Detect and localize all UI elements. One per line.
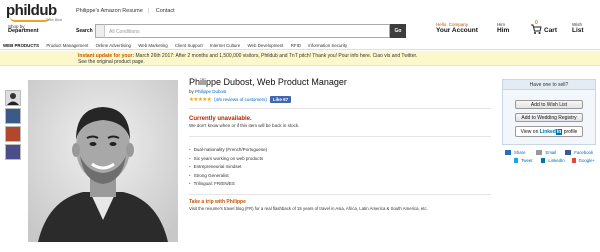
search-input[interactable]: All Conditions: [104, 24, 390, 38]
availability-status: Currently unavailable.: [189, 116, 252, 122]
google-plus-link[interactable]: Google+: [579, 158, 595, 163]
linkedin-profile-button[interactable]: View on Linkedin profile: [515, 126, 583, 137]
separator: |: [147, 8, 150, 14]
himm-label: Him: [497, 26, 510, 34]
nav-item-web-products[interactable]: WEB PRODUCTS: [0, 41, 42, 50]
buybox-header[interactable]: Have one to sell?: [503, 80, 595, 90]
share-icon: [505, 149, 511, 155]
by-prefix: by: [189, 89, 194, 94]
product-photo[interactable]: [28, 80, 178, 242]
trip-description[interactable]: Visit the resume's travel blog (FR) for …: [189, 206, 428, 211]
add-to-wish-list-button[interactable]: Add to Wish List: [515, 100, 583, 109]
logo-tagline: Tribe Bhat: [46, 18, 63, 22]
email-icon: [536, 149, 543, 155]
feature-bullets: Dual-nationality (French/Portuguese) Six…: [189, 146, 268, 189]
cart-count: 0: [535, 20, 538, 26]
account-label: Your Account: [436, 26, 478, 34]
nav-item-rfid[interactable]: RFID: [288, 41, 304, 50]
top-links: Philippe's Amazon Resume | Contact: [76, 8, 180, 14]
nav-item-client-support[interactable]: Client Support: [172, 41, 206, 50]
share-row: Tweet LinkedIn Google+: [505, 156, 595, 164]
divider: [189, 136, 491, 137]
nav-item-online-advertising[interactable]: Online Advertising: [93, 41, 134, 50]
rating-row: ★★★★★ (4/5 reviews of customers) Like 67: [189, 96, 292, 103]
byline: by Philippe Dubost: [189, 89, 227, 94]
nav-item-web-marketing[interactable]: Web Marketing: [135, 41, 170, 50]
search-label: Search: [76, 28, 93, 34]
email-link[interactable]: Email: [545, 150, 556, 155]
linkedin-icon: [541, 157, 546, 163]
list-item: Six years working on web products: [189, 155, 267, 164]
thumbnail-purple[interactable]: [5, 144, 21, 160]
portrait-photo-icon: [28, 80, 178, 242]
buy-box: Have one to sell? Add to Wish List Add t…: [502, 79, 596, 145]
cart-menu[interactable]: Cart: [544, 28, 557, 34]
category-nav: WEB PRODUCTS Product Management Online A…: [0, 41, 600, 50]
contact-link[interactable]: Contact: [156, 8, 175, 14]
divider: [189, 194, 491, 195]
author-link[interactable]: Philippe Dubost: [195, 89, 227, 94]
google-plus-icon: [571, 157, 576, 163]
share-section: Share Email Facebook Tweet LinkedIn Goog…: [505, 148, 595, 164]
availability-note: We don't know when or if this item will …: [189, 123, 300, 128]
portrait-thumb-icon: [6, 91, 20, 105]
cart-label: Cart: [544, 27, 558, 34]
update-banner: Instant update for your: March 26th 2017…: [0, 51, 600, 66]
thumbnail-portrait[interactable]: [5, 90, 21, 106]
add-to-wedding-registry-button[interactable]: Add to Wedding Registry: [515, 113, 583, 122]
account-menu[interactable]: Hello, Company Your Account: [436, 22, 478, 33]
facebook-icon: [565, 149, 572, 155]
profile-label: profile: [563, 129, 578, 135]
search-go-button[interactable]: Go: [390, 24, 406, 38]
wish-label: List: [572, 26, 584, 34]
list-item: Entrepreneurial mindset: [189, 163, 267, 172]
himm-menu[interactable]: Him Him: [497, 22, 509, 33]
tweet-link[interactable]: Tweet: [521, 158, 532, 163]
search-category-dropdown[interactable]: [95, 24, 104, 38]
view-on-label: View on: [520, 129, 539, 135]
linkedin-link[interactable]: LinkedIn: [548, 158, 564, 163]
logo-smile-icon: [10, 17, 50, 22]
banner-link[interactable]: See the original product page.: [78, 59, 145, 65]
department-label: Department: [8, 28, 39, 34]
logo-text: phildub: [6, 2, 57, 19]
thumbnail-red[interactable]: [5, 126, 21, 142]
twitter-icon: [514, 157, 518, 163]
star-rating-icon[interactable]: ★★★★★: [189, 97, 212, 103]
shop-by-department[interactable]: Shop by Department: [8, 24, 39, 34]
nav-item-information-security[interactable]: Information Security: [305, 41, 350, 50]
facebook-link[interactable]: Facebook: [574, 150, 593, 155]
banner-text: March 26th 2017: After 2 months and 1,50…: [135, 53, 418, 59]
trip-heading: Take a trip with Philippe: [189, 199, 246, 205]
divider: [189, 108, 491, 109]
site-logo[interactable]: phildub Tribe Bhat: [6, 2, 68, 22]
share-link[interactable]: Share: [514, 150, 525, 155]
linkedin-logo-icon: Linkedin: [539, 129, 563, 135]
list-item: Strong Generalist: [189, 172, 267, 181]
wish-list-menu[interactable]: Wish List: [572, 22, 584, 33]
thumbnail-blue[interactable]: [5, 108, 21, 124]
resume-link[interactable]: Philippe's Amazon Resume: [76, 8, 143, 14]
share-row: Share Email Facebook: [505, 148, 595, 156]
list-item: Dual-nationality (French/Portuguese): [189, 146, 268, 155]
review-count-link[interactable]: (4/5 reviews of customers): [214, 97, 267, 102]
nav-item-internet-culture[interactable]: Internet Culture: [207, 41, 243, 50]
facebook-like-button[interactable]: Like 67: [269, 96, 292, 103]
list-item: Trilingual: FR/EN/ES: [189, 180, 267, 189]
nav-item-product-management[interactable]: Product Management: [43, 41, 91, 50]
product-title: Philippe Dubost, Web Product Manager: [189, 77, 347, 87]
nav-item-web-development[interactable]: Web Development: [244, 41, 286, 50]
